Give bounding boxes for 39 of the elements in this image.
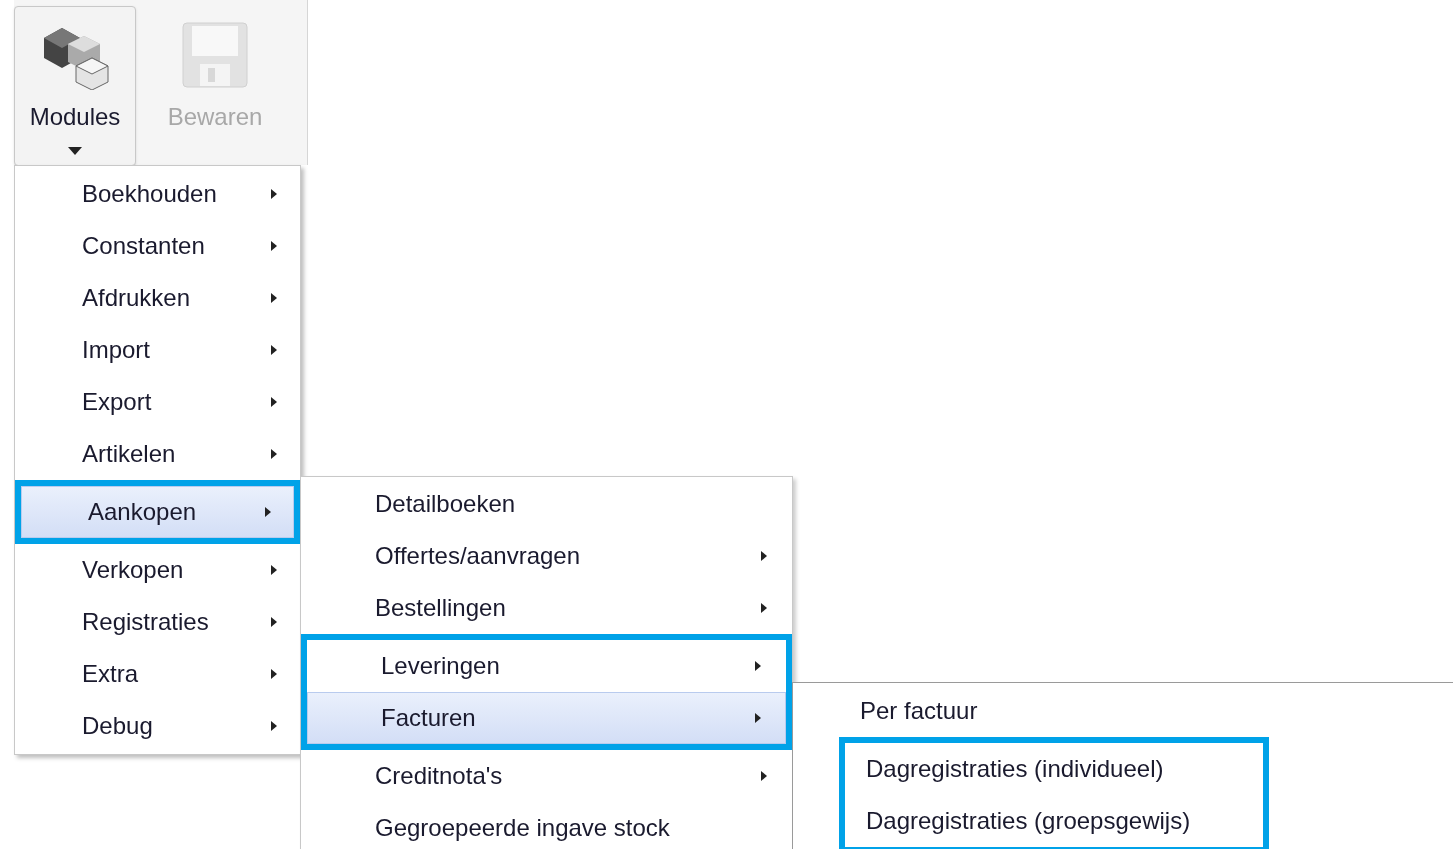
menu-item[interactable]: Per factuur [839, 685, 1269, 737]
submenu-arrow-icon [271, 345, 277, 355]
submenu-arrow-icon [271, 189, 277, 199]
submenu-arrow-icon [271, 397, 277, 407]
menu-item[interactable]: Debug [15, 700, 300, 752]
submenu-arrow-icon [761, 771, 767, 781]
submenu-arrow-icon [761, 603, 767, 613]
submenu-arrow-icon [271, 241, 277, 251]
menu-item[interactable]: Afdrukken [15, 272, 300, 324]
menu-item[interactable]: Offertes/aanvragen [301, 530, 792, 582]
submenu-arrow-icon [265, 507, 271, 517]
menu-item[interactable]: Detailboeken [301, 478, 792, 530]
menu-item[interactable]: Dagregistraties (groepsgewijs) [845, 795, 1263, 847]
submenu-arrow-icon [271, 293, 277, 303]
submenu-arrow-icon [271, 721, 277, 731]
menu-item[interactable]: Registraties [15, 596, 300, 648]
submenu-arrow-icon [755, 661, 761, 671]
menu-item[interactable]: Facturen [307, 692, 786, 744]
submenu-arrow-icon [271, 669, 277, 679]
menu-item[interactable]: Constanten [15, 220, 300, 272]
menu-item[interactable]: Dagregistraties (individueel) [845, 743, 1263, 795]
submenu-arrow-icon [271, 617, 277, 627]
menu-item[interactable]: Export [15, 376, 300, 428]
submenu-arrow-icon [271, 449, 277, 459]
menu-item[interactable]: Import [15, 324, 300, 376]
menu-item[interactable]: Bestellingen [301, 582, 792, 634]
menu-item[interactable]: Verkopen [15, 544, 300, 596]
menu-item[interactable]: Leveringen [307, 640, 786, 692]
menu-item[interactable]: Artikelen [15, 428, 300, 480]
menu-item[interactable]: Extra [15, 648, 300, 700]
caret-icon [68, 147, 82, 155]
menu-item[interactable]: Aankopen [21, 486, 294, 538]
submenu-arrow-icon [271, 565, 277, 575]
submenu-arrow-icon [755, 713, 761, 723]
submenu-arrow-icon [761, 551, 767, 561]
menu-item[interactable]: Boekhouden [15, 168, 300, 220]
modules-button[interactable]: Modules [14, 6, 136, 166]
menu-item[interactable]: Gegroepeerde ingave stock [301, 802, 792, 849]
menu-item[interactable]: Creditnota's [301, 750, 792, 802]
